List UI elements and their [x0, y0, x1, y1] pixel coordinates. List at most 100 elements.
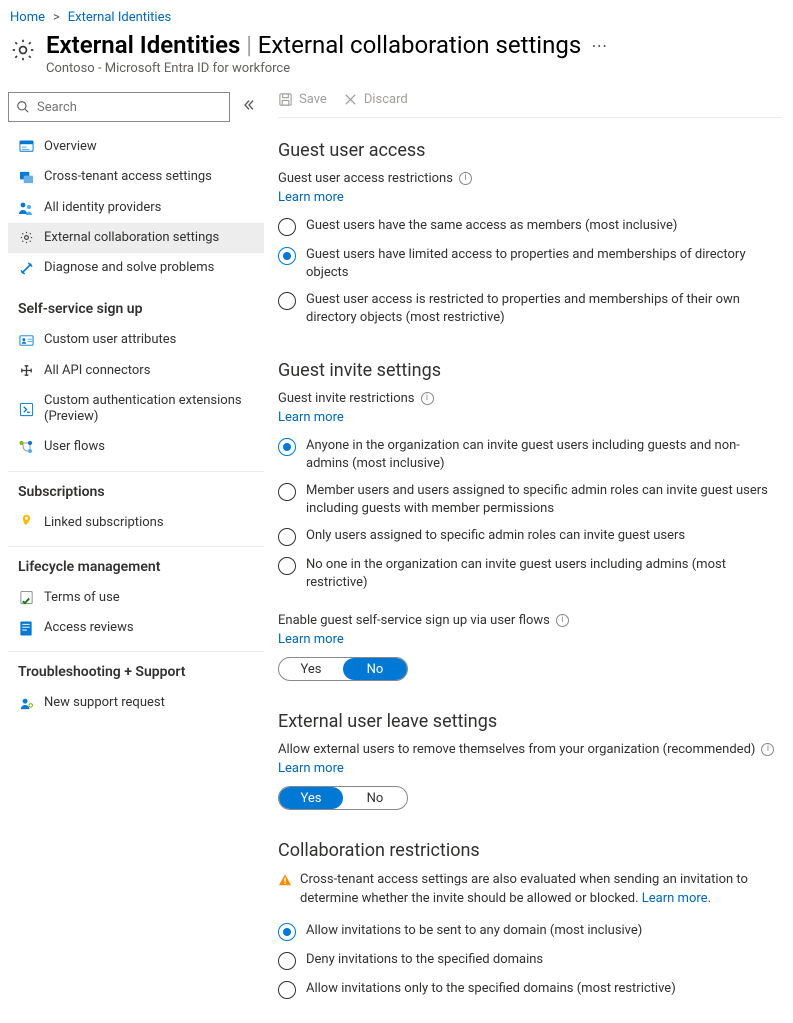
guest-access-opt-1[interactable]: Guest users have the same access as memb… [278, 217, 781, 236]
nav-overview-label: Overview [44, 139, 97, 155]
nav-lifecycle: Terms of use Access reviews [8, 583, 264, 644]
leave-toggle[interactable]: Yes No [278, 786, 408, 810]
nav-new-support[interactable]: New support request [8, 688, 264, 718]
new-support-icon [18, 695, 34, 711]
collab-opt-2[interactable]: Deny invitations to the specified domain… [278, 951, 781, 970]
nav-custom-user-attrs[interactable]: Custom user attributes [8, 325, 264, 355]
sidebar-collapse-icon[interactable] [238, 94, 260, 120]
guest-invite-opt-2[interactable]: Member users and users assigned to speci… [278, 482, 781, 517]
nav-linked-subs[interactable]: Linked subscriptions [8, 508, 264, 538]
terms-icon [18, 590, 34, 606]
main-panel: Save Discard Guest user access Guest use… [264, 84, 793, 1023]
guest-invite-label: Guest invite restrictions [278, 391, 415, 406]
collab-warning: Cross-tenant access settings are also ev… [278, 871, 781, 907]
section-leave: External user leave settings Allow exter… [278, 711, 781, 810]
discard-button[interactable]: Discard [343, 92, 408, 107]
cross-tenant-icon [18, 169, 34, 185]
gear-icon [10, 37, 36, 67]
nav-self-service: Custom user attributes All API connector… [8, 325, 264, 462]
guest-access-radios: Guest users have the same access as memb… [278, 217, 781, 326]
guest-invite-radios: Anyone in the organization can invite gu… [278, 437, 781, 591]
nav-cross-tenant-label: Cross-tenant access settings [44, 169, 212, 185]
guest-invite-opt-1[interactable]: Anyone in the organization can invite gu… [278, 437, 781, 472]
nav-section-lifecycle: Lifecycle management [8, 546, 264, 581]
info-icon[interactable]: i [459, 172, 472, 185]
nav-diagnose-label: Diagnose and solve problems [44, 260, 214, 276]
nav-primary: Overview Cross-tenant access settings Al… [8, 132, 264, 283]
nav-terms-label: Terms of use [44, 590, 120, 606]
leave-learn-more[interactable]: Learn more [278, 761, 344, 776]
search-input[interactable] [37, 93, 229, 121]
collab-opt-1[interactable]: Allow invitations to be sent to any doma… [278, 922, 781, 941]
access-reviews-icon [18, 620, 34, 636]
guest-self-service-label: Enable guest self-service sign up via us… [278, 613, 550, 628]
info-icon[interactable]: i [421, 392, 434, 405]
api-connectors-icon [18, 363, 34, 379]
section-guest-invite: Guest invite settings Guest invite restr… [278, 360, 781, 681]
nav-overview[interactable]: Overview [8, 132, 264, 162]
nav-external-collab[interactable]: External collaboration settings [8, 223, 264, 253]
breadcrumb-external-identities[interactable]: External Identities [68, 10, 171, 25]
breadcrumb-home[interactable]: Home [10, 10, 45, 25]
title-more-icon[interactable]: ⋯ [585, 36, 613, 55]
guest-access-learn-more[interactable]: Learn more [278, 190, 344, 205]
custom-user-attrs-icon [18, 332, 34, 348]
nav-custom-auth-ext-label: Custom authentication extensions (Previe… [44, 393, 256, 426]
section-guest-access: Guest user access Guest user access rest… [278, 140, 781, 326]
page-title-right: External collaboration settings [258, 31, 582, 59]
nav-linked-subs-label: Linked subscriptions [44, 515, 164, 531]
guest-access-opt-3[interactable]: Guest user access is restricted to prope… [278, 291, 781, 326]
leave-heading: External user leave settings [278, 711, 781, 732]
info-icon[interactable]: i [761, 743, 774, 756]
nav-access-reviews[interactable]: Access reviews [8, 613, 264, 643]
collab-heading: Collaboration restrictions [278, 840, 781, 861]
collab-radios: Allow invitations to be sent to any doma… [278, 922, 781, 999]
toggle-yes[interactable]: Yes [279, 787, 343, 809]
breadcrumb: Home > External Identities [0, 0, 793, 31]
save-label: Save [299, 92, 327, 107]
nav-terms[interactable]: Terms of use [8, 583, 264, 613]
nav-section-self-service: Self-service sign up [8, 289, 264, 323]
search-box[interactable] [8, 92, 230, 122]
nav-custom-user-attrs-label: Custom user attributes [44, 332, 176, 348]
save-button[interactable]: Save [278, 92, 327, 107]
nav-diagnose[interactable]: Diagnose and solve problems [8, 253, 264, 283]
overview-icon [18, 139, 34, 155]
guest-invite-learn-more[interactable]: Learn more [278, 410, 344, 425]
guest-access-heading: Guest user access [278, 140, 781, 161]
guest-self-service-learn-more[interactable]: Learn more [278, 632, 344, 647]
warning-icon [278, 873, 292, 887]
guest-invite-opt-3[interactable]: Only users assigned to specific admin ro… [278, 527, 781, 546]
guest-self-service-toggle[interactable]: Yes No [278, 657, 408, 681]
user-flows-icon [18, 439, 34, 455]
nav-identity-providers[interactable]: All identity providers [8, 193, 264, 223]
guest-invite-opt-4[interactable]: No one in the organization can invite gu… [278, 556, 781, 591]
guest-access-opt-2[interactable]: Guest users have limited access to prope… [278, 246, 781, 281]
custom-auth-ext-icon [18, 401, 34, 417]
nav-new-support-label: New support request [44, 695, 165, 711]
nav-providers-label: All identity providers [44, 200, 161, 216]
discard-label: Discard [364, 92, 408, 107]
nav-external-collab-label: External collaboration settings [44, 230, 219, 246]
nav-api-connectors[interactable]: All API connectors [8, 356, 264, 386]
nav-user-flows[interactable]: User flows [8, 432, 264, 462]
collab-opt-3[interactable]: Allow invitations only to the specified … [278, 980, 781, 999]
guest-invite-heading: Guest invite settings [278, 360, 781, 381]
page-title-sep: | [244, 31, 253, 59]
nav-section-troubleshoot: Troubleshooting + Support [8, 651, 264, 686]
page-title-left: External Identities [46, 31, 240, 59]
collab-warning-learn-more[interactable]: Learn more [642, 891, 708, 906]
toggle-no[interactable]: No [343, 787, 407, 809]
nav-cross-tenant[interactable]: Cross-tenant access settings [8, 162, 264, 192]
guest-access-label: Guest user access restrictions [278, 171, 453, 186]
info-icon[interactable]: i [556, 614, 569, 627]
sidebar: Overview Cross-tenant access settings Al… [0, 84, 264, 1023]
linked-subs-icon [18, 515, 34, 531]
page-title: External Identities | External collabora… [46, 31, 783, 59]
nav-custom-auth-ext[interactable]: Custom authentication extensions (Previe… [8, 386, 264, 433]
toggle-yes[interactable]: Yes [279, 658, 343, 680]
title-bar: External Identities | External collabora… [0, 31, 793, 84]
search-icon [9, 100, 37, 114]
toggle-no[interactable]: No [343, 658, 407, 680]
nav-user-flows-label: User flows [44, 439, 105, 455]
